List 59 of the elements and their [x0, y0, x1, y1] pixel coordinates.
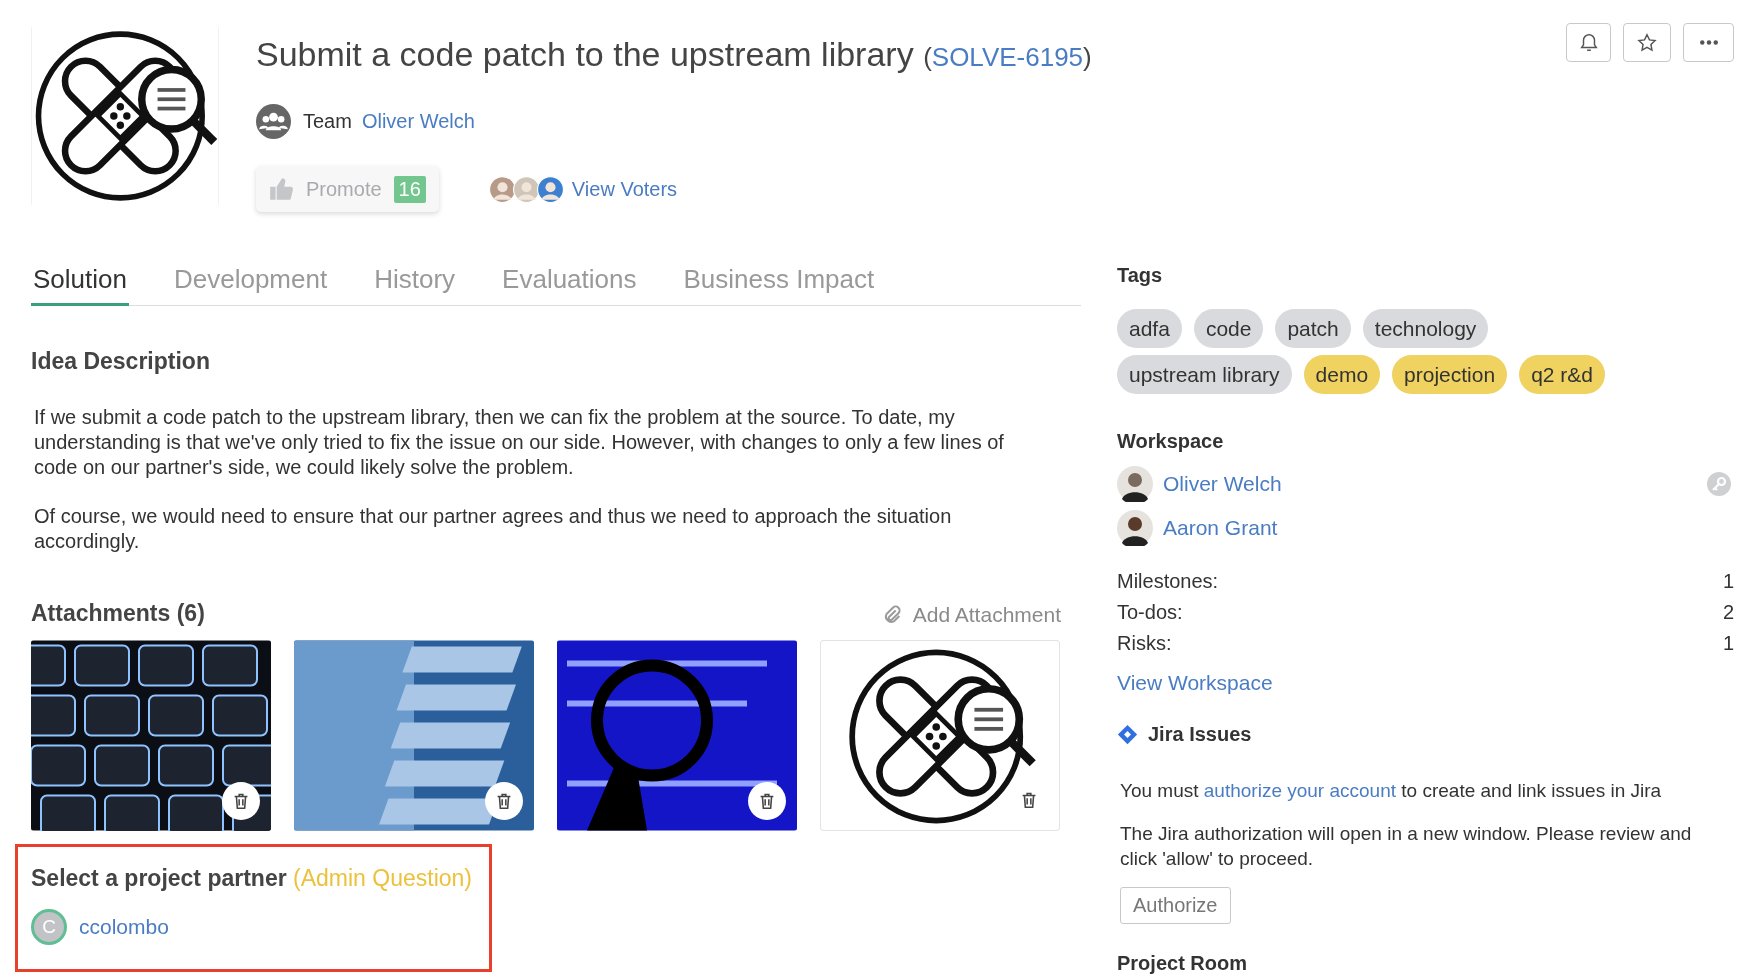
tag[interactable]: adfa — [1117, 309, 1182, 348]
member-link[interactable]: Aaron Grant — [1163, 516, 1278, 540]
section-heading: Attachments (6) — [31, 600, 205, 627]
user-avatar — [1117, 466, 1153, 502]
tag[interactable]: upstream library — [1117, 355, 1292, 394]
authorize-button[interactable]: Authorize — [1120, 887, 1231, 924]
star-button[interactable] — [1623, 23, 1671, 62]
idea-key-link[interactable]: SOLVE-6195 — [931, 42, 1084, 72]
add-attachment-link[interactable]: Add Attachment — [880, 603, 1061, 627]
diamond-icon — [1117, 724, 1138, 745]
tab[interactable]: Development — [171, 256, 330, 306]
view-voters-link[interactable]: View Voters — [571, 177, 678, 201]
member-link[interactable]: Oliver Welch — [1163, 472, 1282, 496]
star-icon — [1636, 31, 1658, 54]
question-text: Select a project partner (Admin Question) — [31, 865, 473, 892]
more-button[interactable] — [1683, 23, 1734, 62]
section-heading: Workspace — [1117, 430, 1225, 453]
key-icon — [1707, 472, 1731, 496]
authorize-link[interactable]: authorize your account — [1203, 780, 1397, 801]
stat-label: Risks: — [1117, 632, 1172, 655]
user-avatar: C — [31, 909, 67, 945]
tag[interactable]: demo — [1303, 355, 1381, 394]
tag[interactable]: code — [1193, 309, 1264, 348]
jira-note: The Jira authorization will open in a new window. Please review and click 'allow' to proceed. — [1120, 822, 1693, 871]
stat-value: 1 — [1722, 632, 1734, 655]
section-heading: Jira Issues — [1148, 723, 1252, 746]
team-name-link[interactable]: Oliver Welch — [361, 110, 475, 133]
section-heading: Idea Description — [31, 348, 211, 375]
thumbs-up-icon — [268, 176, 294, 202]
view-workspace-link[interactable]: View Workspace — [1117, 671, 1734, 695]
description-paragraph: Of course, we would need to ensure that our partner agrees and thus we need to approach the situation accordingly. — [34, 504, 953, 554]
tab[interactable]: Business Impact — [681, 256, 877, 306]
vote-count: 16 — [393, 175, 426, 203]
tab[interactable]: History — [372, 256, 458, 306]
description-paragraph: If we submit a code patch to the upstream library, then we can fix the problem at the source. To date, my understanding is that we've only tried to fix the issue on our side. However, with changes to only a few lines of code on our partner's side, we could likely solve the problem. — [34, 405, 1005, 480]
team-label: Team — [303, 110, 352, 133]
user-link[interactable]: ccolombo — [79, 915, 169, 939]
voter-avatar — [536, 175, 564, 203]
jira-message: You must authorize your account to create and link issues in Jira — [1120, 779, 1663, 803]
notification-bell-button[interactable] — [1566, 23, 1611, 62]
stat-value: 1 — [1722, 570, 1734, 593]
promote-button[interactable]: Promote 16 — [256, 166, 439, 212]
tag[interactable]: technology — [1362, 309, 1489, 348]
tag[interactable]: projection — [1392, 355, 1508, 394]
team-icon — [256, 104, 291, 139]
tab[interactable]: Solution — [31, 256, 129, 306]
user-avatar — [1117, 510, 1153, 546]
voter-avatar — [488, 175, 516, 203]
tag[interactable]: q2 r&d — [1519, 355, 1606, 394]
more-icon — [1699, 40, 1718, 45]
stat-label: To-dos: — [1117, 601, 1183, 624]
section-heading: Project Room — [1117, 952, 1249, 974]
section-heading: Tags — [1117, 264, 1164, 287]
voter-avatar — [512, 175, 540, 203]
tag[interactable]: patch — [1275, 309, 1351, 348]
idea-title: Submit a code patch to the upstream library (SOLVE-6195) — [256, 35, 1092, 74]
stat-label: Milestones: — [1117, 570, 1219, 593]
tab[interactable]: Evaluations — [500, 256, 639, 306]
stat-value: 2 — [1722, 601, 1734, 624]
